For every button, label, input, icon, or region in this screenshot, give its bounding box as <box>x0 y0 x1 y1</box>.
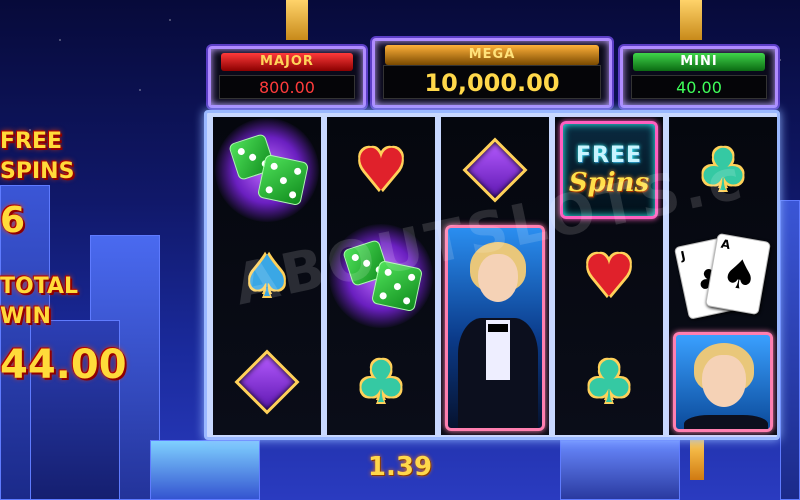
reel-grid: ♠ ♥ ♣ FREE Spins ♥ ♣ ♣ J A ♠ <box>204 110 780 440</box>
playing-cards-icon: J ♣ A ♠ <box>673 231 773 321</box>
reel-cell: ♣ <box>327 329 435 435</box>
reel-1: ♠ <box>213 117 321 435</box>
reel-2: ♥ ♣ <box>327 117 435 435</box>
reel-cell: ♣ <box>669 117 777 223</box>
free-spins-scatter-symbol: FREE Spins <box>560 121 658 219</box>
sign-pole <box>286 0 308 40</box>
reel-3 <box>441 117 549 435</box>
reel-cell: J ♣ A ♠ <box>669 223 777 329</box>
total-win-label-line2: WIN <box>0 304 51 329</box>
ace-card: A ♠ <box>704 232 772 316</box>
mega-jackpot-plaque: MEGA 10,000.00 <box>372 38 612 108</box>
mini-jackpot-title: MINI <box>633 53 765 71</box>
purple-diamond-icon <box>234 349 300 415</box>
reel-cell: ♠ <box>213 223 321 329</box>
green-dice-icon <box>329 224 433 328</box>
reel-cell: ♥ <box>555 223 663 329</box>
mini-jackpot-plaque: MINI 40.00 <box>620 46 778 108</box>
free-spins-symbol-line1: FREE <box>575 142 643 168</box>
reel-cell <box>327 223 435 329</box>
reel-cell: ♣ <box>555 329 663 435</box>
major-jackpot-value: 800.00 <box>219 75 355 99</box>
blue-spade-icon: ♠ <box>241 242 293 310</box>
teal-club-icon: ♣ <box>355 348 407 416</box>
major-jackpot-plaque: MAJOR 800.00 <box>208 46 366 108</box>
free-spins-count: 6 <box>0 200 26 241</box>
mega-jackpot-title: MEGA <box>385 45 599 65</box>
free-spins-symbol-line2: Spins <box>568 167 650 198</box>
red-heart-icon: ♥ <box>583 242 635 310</box>
reel-cell <box>669 329 777 435</box>
lady-symbol <box>673 332 773 432</box>
reel-cell <box>441 117 549 223</box>
reel-cell <box>213 329 321 435</box>
mega-jackpot-value: 10,000.00 <box>383 65 601 99</box>
red-heart-icon: ♥ <box>355 136 407 204</box>
reel-cell: FREE Spins <box>555 117 663 223</box>
reel-cell: ♥ <box>327 117 435 223</box>
jack-card-rank: J <box>679 248 687 264</box>
major-jackpot-title: MAJOR <box>221 53 353 71</box>
free-spins-label-line2: SPINS <box>0 159 75 184</box>
teal-club-icon: ♣ <box>697 136 749 204</box>
bet-value: 1.39 <box>367 452 433 482</box>
total-win-value: 44.00 <box>0 342 127 388</box>
mini-jackpot-value: 40.00 <box>631 75 767 99</box>
spade-icon: ♠ <box>718 249 762 302</box>
reel-cell <box>213 117 321 223</box>
green-dice-icon <box>215 118 319 222</box>
reel-4: FREE Spins ♥ ♣ <box>555 117 663 435</box>
lady-stacked-symbol <box>445 225 545 431</box>
sign-pole <box>680 0 702 40</box>
purple-diamond-icon <box>462 137 528 203</box>
reel-5: ♣ J ♣ A ♠ <box>669 117 777 435</box>
teal-club-icon: ♣ <box>583 348 635 416</box>
free-spins-label-line1: FREE <box>0 129 63 154</box>
total-win-label-line1: TOTAL <box>0 274 79 299</box>
